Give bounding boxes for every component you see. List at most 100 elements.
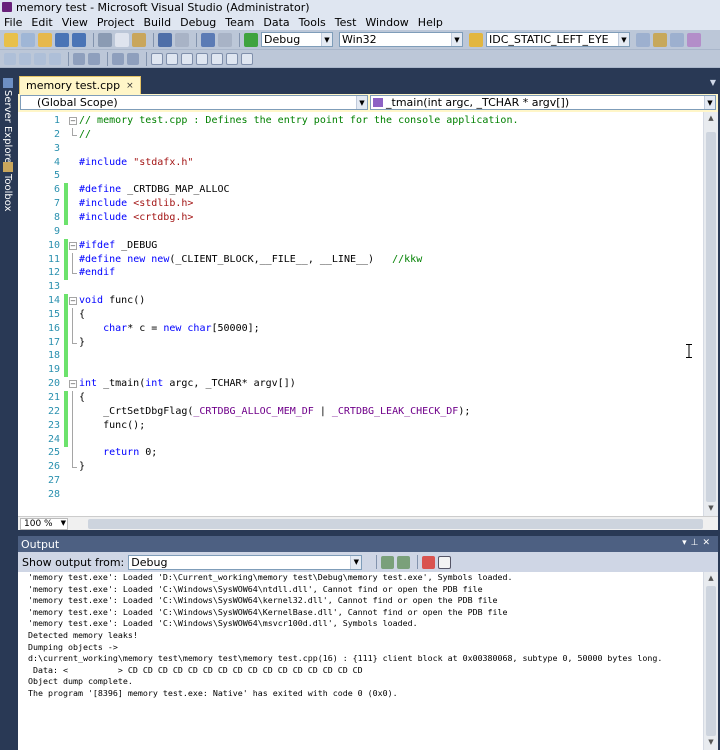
code-line[interactable]: 8 #include <crtdbg.h> <box>18 210 193 225</box>
collapse-icon[interactable]: − <box>69 297 77 306</box>
collapse-icon[interactable]: − <box>69 380 77 389</box>
member-select[interactable]: _tmain(int argc, _TCHAR * argv[]) ▼ <box>370 95 716 110</box>
undo-icon[interactable] <box>158 32 172 47</box>
editor-horizontal-scrollbar[interactable] <box>88 519 703 529</box>
code-line[interactable]: 22 _CrtSetDbgFlag(_CRTDBG_ALLOC_MEM_DF |… <box>18 404 470 419</box>
toolbox-icon[interactable] <box>687 32 701 47</box>
code-line[interactable]: 4 #include "stdafx.h" <box>18 156 193 170</box>
code-line[interactable]: 9 <box>18 225 79 239</box>
code-line[interactable]: 2 // <box>18 127 91 142</box>
code-line[interactable]: 12 #endif <box>18 266 115 281</box>
code-line[interactable]: 17} <box>18 335 85 350</box>
code-line[interactable]: 16 char* c = new char[50000]; <box>18 321 260 336</box>
code-line[interactable]: 5 <box>18 169 79 183</box>
menu-window[interactable]: Window <box>365 16 408 29</box>
code-line[interactable]: 6 #define _CRTDBG_MAP_ALLOC <box>18 183 230 198</box>
outlining-margin[interactable]: − <box>69 114 77 128</box>
chevron-down-icon[interactable]: ▼ <box>710 78 716 87</box>
code-line[interactable]: 1 −// memory test.cpp : Defines the entry… <box>18 114 519 128</box>
clear-bookmarks-icon[interactable] <box>226 52 238 65</box>
code-line[interactable]: 10− #ifdef _DEBUG <box>18 238 157 253</box>
copy-icon[interactable] <box>115 32 129 47</box>
outlining-margin[interactable]: − <box>69 239 77 253</box>
code-line[interactable]: 19 <box>18 363 79 378</box>
start-debugging-icon[interactable] <box>244 32 258 47</box>
open-file-icon[interactable] <box>38 32 52 47</box>
cut-icon[interactable] <box>98 32 112 47</box>
menu-data[interactable]: Data <box>263 16 289 29</box>
scroll-up-icon[interactable]: ▲ <box>706 114 716 124</box>
solution-platform-select[interactable]: Win32 ▼ <box>339 32 463 47</box>
collapse-icon[interactable]: − <box>69 117 77 125</box>
menu-tools[interactable]: Tools <box>299 16 326 29</box>
next-bookmark-in-folder-icon[interactable] <box>211 52 223 65</box>
scrollbar-thumb[interactable] <box>706 586 716 736</box>
code-line[interactable]: 14− void func() <box>18 294 145 309</box>
outlining-margin[interactable]: − <box>69 294 77 308</box>
redo-icon[interactable] <box>175 32 189 47</box>
decrease-indent-icon[interactable] <box>73 52 85 65</box>
code-line[interactable]: 18 <box>18 349 79 364</box>
comment-lines-icon[interactable] <box>112 52 124 65</box>
clear-all-icon[interactable] <box>422 555 436 569</box>
outlining-margin[interactable]: − <box>69 377 77 391</box>
editor-vertical-scrollbar[interactable]: ▲ ▼ <box>703 112 718 516</box>
find-in-files-icon[interactable] <box>469 32 483 47</box>
parameter-info-icon[interactable] <box>19 52 31 65</box>
uncomment-lines-icon[interactable] <box>127 52 139 65</box>
code-line[interactable]: 24 <box>18 432 79 447</box>
code-line[interactable]: 27 <box>18 474 79 488</box>
save-all-icon[interactable] <box>72 32 86 47</box>
code-line[interactable]: 11 #define new new(_CLIENT_BLOCK,__FILE__… <box>18 252 422 267</box>
code-editor[interactable]: 1−// memory test.cpp : Defines the entry… <box>18 112 718 516</box>
save-icon[interactable] <box>55 32 69 47</box>
code-line[interactable]: 21 { <box>18 391 85 405</box>
server-explorer-tab[interactable]: Server Explorer <box>1 78 14 168</box>
code-line[interactable]: 13 <box>18 280 79 294</box>
code-line[interactable]: 7 #include <stdlib.h> <box>18 197 193 212</box>
menu-edit[interactable]: Edit <box>31 16 52 29</box>
code-line[interactable]: 25 return 0; <box>18 446 157 461</box>
scroll-down-icon[interactable]: ▼ <box>706 738 716 748</box>
toggle-bookmark-icon[interactable] <box>151 52 163 65</box>
menu-team[interactable]: Team <box>225 16 254 29</box>
find-message-in-code-icon[interactable] <box>381 555 395 569</box>
complete-word-icon[interactable] <box>49 52 61 65</box>
scrollbar-thumb[interactable] <box>706 132 716 502</box>
next-message-icon[interactable] <box>397 555 411 569</box>
menu-help[interactable]: Help <box>418 16 443 29</box>
scroll-down-icon[interactable]: ▼ <box>706 504 716 514</box>
paste-icon[interactable] <box>132 32 146 47</box>
navigate-backward-icon[interactable] <box>201 32 215 47</box>
increase-indent-icon[interactable] <box>88 52 100 65</box>
close-icon[interactable]: × <box>126 81 134 91</box>
code-line[interactable]: 26} <box>18 460 85 474</box>
chevron-down-icon[interactable]: ▾ <box>682 538 691 548</box>
next-bookmark-icon[interactable] <box>181 52 193 65</box>
add-item-icon[interactable] <box>21 32 35 47</box>
collapse-icon[interactable]: − <box>69 241 77 250</box>
zoom-select[interactable]: 100 % ▼ <box>20 517 68 530</box>
find-combo[interactable]: IDC_STATIC_LEFT_EYE ▼ <box>486 32 630 47</box>
solution-explorer-icon[interactable] <box>636 32 650 47</box>
quick-info-icon[interactable] <box>34 52 46 65</box>
pin-icon[interactable]: ⊥ <box>691 538 703 548</box>
code-line[interactable]: 15 { <box>18 307 85 322</box>
solution-configuration-select[interactable]: Debug ▼ <box>261 32 333 47</box>
close-icon[interactable]: ✕ <box>702 538 714 548</box>
menu-build[interactable]: Build <box>143 16 171 29</box>
new-project-icon[interactable] <box>4 32 18 47</box>
output-source-select[interactable]: Debug ▼ <box>128 554 363 570</box>
previous-bookmark-icon[interactable] <box>166 52 178 65</box>
code-line[interactable]: 20− int _tmain(int argc, _TCHAR* argv[]) <box>18 377 296 391</box>
output-vertical-scrollbar[interactable]: ▲ ▼ <box>703 572 718 750</box>
toolbox-tab[interactable]: Toolbox <box>1 162 14 212</box>
toggle-word-wrap-icon[interactable] <box>438 555 452 569</box>
output-text[interactable]: 'memory test.exe': Loaded 'D:\Current_wo… <box>18 572 718 750</box>
code-line[interactable]: 23 func(); <box>18 418 145 433</box>
menu-test[interactable]: Test <box>335 16 357 29</box>
menu-view[interactable]: View <box>62 16 88 29</box>
bookmark-window-icon[interactable] <box>241 52 253 65</box>
object-browser-icon[interactable] <box>670 32 684 47</box>
menu-debug[interactable]: Debug <box>180 16 216 29</box>
